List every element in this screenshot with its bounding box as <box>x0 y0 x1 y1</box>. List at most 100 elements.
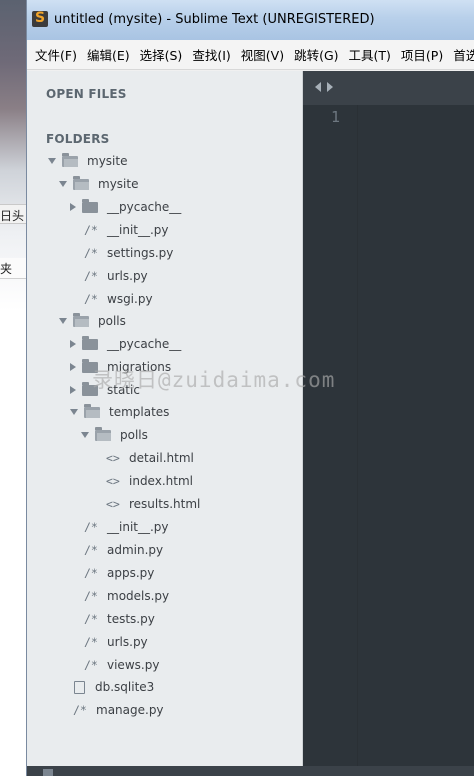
python-file-icon: /* <box>84 658 98 672</box>
tree-item-label: __init__.py <box>107 223 169 237</box>
line-number: 1 <box>331 108 341 126</box>
menu-bar: 文件(F) 编辑(E) 选择(S) 查找(I) 视图(V) 跳转(G) 工具(T… <box>27 40 474 70</box>
menu-tools[interactable]: 工具(T) <box>344 45 396 64</box>
tree-file[interactable]: /* __init__.py <box>84 517 169 537</box>
tree-folder-mysite-root[interactable]: mysite <box>48 151 127 171</box>
tree-item-label: views.py <box>107 658 160 672</box>
tree-item-label: mysite <box>87 154 128 168</box>
background-text: 夹 <box>0 262 13 276</box>
python-file-icon: /* <box>73 703 87 717</box>
tree-file[interactable]: <> detail.html <box>106 448 194 468</box>
tree-item-label: __pycache__ <box>107 200 182 214</box>
python-file-icon: /* <box>84 269 98 283</box>
python-file-icon: /* <box>84 612 98 626</box>
folder-open-icon <box>95 426 111 441</box>
python-file-icon: /* <box>84 223 98 237</box>
html-file-icon: <> <box>106 451 120 465</box>
tree-item-label: results.html <box>129 497 201 511</box>
python-file-icon: /* <box>84 292 98 306</box>
line-gutter: 1 <box>303 105 357 766</box>
tree-item-label: index.html <box>129 474 193 488</box>
background-window-sliver: 日头 <box>0 204 26 224</box>
tree-file[interactable]: /* urls.py <box>84 266 148 286</box>
python-file-icon: /* <box>84 589 98 603</box>
window-title: untitled (mysite) - Sublime Text (UNREGI… <box>54 12 375 27</box>
tree-item-label: tests.py <box>107 612 155 626</box>
menu-goto[interactable]: 跳转(G) <box>289 45 343 64</box>
tab-scroll-right-icon[interactable] <box>327 82 333 92</box>
expand-arrow-icon[interactable] <box>59 181 67 187</box>
menu-view[interactable]: 视图(V) <box>236 45 289 64</box>
tree-item-label: models.py <box>107 589 170 603</box>
folder-icon <box>82 381 98 396</box>
sublime-window: untitled (mysite) - Sublime Text (UNREGI… <box>26 0 474 776</box>
folder-open-icon <box>73 175 89 190</box>
tree-folder-polls-templates[interactable]: polls <box>81 425 148 445</box>
python-file-icon: /* <box>84 246 98 260</box>
folder-icon <box>82 335 98 350</box>
panel-toggle-icon[interactable] <box>43 769 53 776</box>
tree-item-label: __pycache__ <box>107 337 182 351</box>
tree-folder-migrations[interactable]: migrations <box>68 357 171 377</box>
background-window-sliver: 夹 <box>0 258 26 279</box>
tree-file[interactable]: /* apps.py <box>84 563 154 583</box>
collapse-arrow-icon[interactable] <box>70 363 76 371</box>
python-file-icon: /* <box>84 566 98 580</box>
desktop-background: 日头 夹 <box>0 0 26 776</box>
tree-file[interactable]: /* tests.py <box>84 609 155 629</box>
tree-file[interactable]: /* urls.py <box>84 632 148 652</box>
expand-arrow-icon[interactable] <box>70 409 78 415</box>
editor-pane[interactable]: 1 <box>303 71 474 766</box>
tab-bar <box>303 71 474 105</box>
collapse-arrow-icon[interactable] <box>70 340 76 348</box>
title-bar[interactable]: untitled (mysite) - Sublime Text (UNREGI… <box>27 0 474 40</box>
tree-file[interactable]: /* __init__.py <box>84 220 169 240</box>
python-file-icon: /* <box>84 520 98 534</box>
tree-folder-templates[interactable]: templates <box>70 402 169 422</box>
tree-folder-static[interactable]: static <box>68 380 140 400</box>
tree-file[interactable]: /* admin.py <box>84 540 163 560</box>
tree-file[interactable]: /* settings.py <box>84 243 173 263</box>
menu-selection[interactable]: 选择(S) <box>135 45 188 64</box>
tree-file[interactable]: /* wsgi.py <box>84 289 153 309</box>
expand-arrow-icon[interactable] <box>81 432 89 438</box>
tree-item-label: urls.py <box>107 635 148 649</box>
tree-file[interactable]: <> results.html <box>106 494 200 514</box>
tree-item-label: admin.py <box>107 543 164 557</box>
tree-folder-polls[interactable]: polls <box>59 311 126 331</box>
tree-file[interactable]: /* models.py <box>84 586 169 606</box>
expand-arrow-icon[interactable] <box>59 318 67 324</box>
python-file-icon: /* <box>84 543 98 557</box>
database-file-icon <box>74 680 85 694</box>
tree-item-label: urls.py <box>107 269 148 283</box>
tree-file[interactable]: db.sqlite3 <box>74 677 154 697</box>
tree-file[interactable]: /* manage.py <box>73 700 164 720</box>
code-area[interactable] <box>357 105 474 766</box>
tab-scroll-left-icon[interactable] <box>315 82 321 92</box>
tree-item-label: migrations <box>107 360 172 374</box>
tree-item-label: polls <box>98 314 126 328</box>
menu-edit[interactable]: 编辑(E) <box>82 45 135 64</box>
menu-project[interactable]: 项目(P) <box>396 45 448 64</box>
tree-folder-pycache[interactable]: __pycache__ <box>68 334 181 354</box>
tree-item-label: templates <box>109 405 170 419</box>
tree-file[interactable]: /* views.py <box>84 655 159 675</box>
tree-item-label: __init__.py <box>107 520 169 534</box>
tree-item-label: polls <box>120 428 148 442</box>
collapse-arrow-icon[interactable] <box>70 203 76 211</box>
sublime-app-icon[interactable] <box>32 10 48 27</box>
collapse-arrow-icon[interactable] <box>70 386 76 394</box>
tree-item-label: detail.html <box>129 451 194 465</box>
tree-folder-mysite[interactable]: mysite <box>59 174 138 194</box>
folders-heading: FOLDERS <box>46 132 110 146</box>
folder-icon <box>82 358 98 373</box>
tree-item-label: apps.py <box>107 566 155 580</box>
tree-file[interactable]: <> index.html <box>106 471 193 491</box>
menu-preferences[interactable]: 首选项 <box>448 45 474 64</box>
menu-find[interactable]: 查找(I) <box>187 45 235 64</box>
open-files-heading: OPEN FILES <box>46 87 127 101</box>
menu-file[interactable]: 文件(F) <box>30 45 82 64</box>
sidebar: OPEN FILES FOLDERS mysite mysite __pycac… <box>27 71 303 766</box>
tree-folder-pycache[interactable]: __pycache__ <box>68 197 181 217</box>
expand-arrow-icon[interactable] <box>48 158 56 164</box>
